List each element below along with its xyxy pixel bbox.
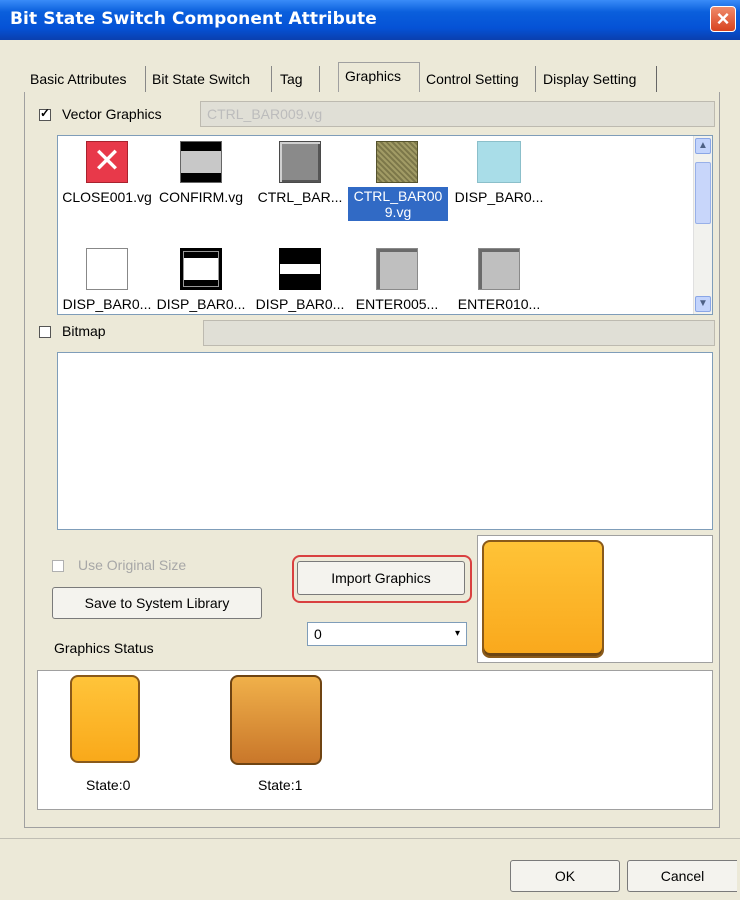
list-item-label: CLOSE001.vg: [62, 189, 152, 205]
olive-button-thumbnail-icon: [376, 141, 418, 183]
vector-file-field: CTRL_BAR009.vg: [200, 101, 715, 127]
framed-bar-thumbnail-icon: [180, 248, 222, 290]
save-to-library-button[interactable]: Save to System Library: [52, 587, 262, 619]
close-x-thumbnail-icon: ✕: [86, 141, 128, 183]
list-item[interactable]: ENTER005...: [348, 248, 446, 312]
selected-item-label-line1: CTRL_BAR00: [353, 188, 443, 204]
list-item[interactable]: DISP_BAR0...: [58, 248, 156, 312]
bitmap-list[interactable]: [57, 352, 713, 530]
vertical-scrollbar[interactable]: ▲ ▼: [693, 136, 712, 314]
list-item-label: CTRL_BAR...: [257, 189, 343, 205]
list-item[interactable]: DISP_BAR0...: [152, 248, 250, 312]
close-icon[interactable]: ×: [710, 6, 736, 32]
use-original-size-label: Use Original Size: [78, 557, 187, 573]
bitmap-file-field: [203, 320, 715, 346]
gray-button-thumbnail-icon: [279, 141, 321, 183]
enter-thumbnail-icon: [376, 248, 418, 290]
tab-basic-attributes[interactable]: Basic Attributes: [24, 66, 146, 92]
chevron-down-icon[interactable]: ▾: [455, 623, 460, 645]
state-1-graphic[interactable]: [230, 675, 322, 765]
bitmap-label: Bitmap: [62, 323, 106, 339]
list-item[interactable]: ENTER010...: [450, 248, 548, 312]
preview-graphic: [482, 540, 604, 658]
cancel-button[interactable]: Cancel: [627, 860, 737, 892]
list-item[interactable]: DISP_BAR0...: [251, 248, 349, 312]
selected-item-label-line2: 9.vg: [384, 204, 412, 220]
list-item[interactable]: CONFIRM.vg: [152, 141, 250, 205]
graphics-status-value: 0: [314, 626, 322, 642]
tab-control-setting[interactable]: Control Setting: [420, 66, 536, 92]
graphics-status-list[interactable]: State:0 State:1: [37, 670, 713, 810]
tab-tag[interactable]: Tag: [274, 66, 320, 92]
footer-divider: [0, 838, 740, 839]
scroll-down-icon[interactable]: ▼: [695, 296, 711, 312]
tab-graphics[interactable]: Graphics: [338, 62, 420, 92]
state-0-label: State:0: [86, 777, 131, 793]
vector-graphics-list[interactable]: ✕ CLOSE001.vg CONFIRM.vg CTRL_BAR... CTR…: [57, 135, 713, 315]
window-title: Bit State Switch Component Attribute: [10, 9, 377, 29]
use-original-size-checkbox[interactable]: [52, 560, 64, 572]
list-item-label: DISP_BAR0...: [62, 296, 152, 312]
state-1-label: State:1: [258, 777, 303, 793]
ok-button[interactable]: OK: [510, 860, 620, 892]
list-item[interactable]: ✕ CLOSE001.vg: [58, 141, 156, 205]
vector-graphics-checkbox[interactable]: [39, 106, 51, 121]
white-bar-thumbnail-icon: [86, 248, 128, 290]
list-item-label: DISP_BAR0...: [156, 296, 246, 312]
scroll-up-icon[interactable]: ▲: [695, 138, 711, 154]
graphics-status-label: Graphics Status: [54, 640, 154, 656]
tab-display-setting[interactable]: Display Setting: [537, 66, 657, 92]
list-item-label: CONFIRM.vg: [159, 189, 243, 205]
vector-graphics-label: Vector Graphics: [62, 106, 162, 122]
list-item-label: DISP_BAR0...: [454, 189, 544, 205]
graphics-status-select[interactable]: 0 ▾: [307, 622, 467, 646]
graphic-preview: [477, 535, 713, 663]
bitmap-checkbox[interactable]: [39, 326, 51, 338]
list-item-selected[interactable]: CTRL_BAR00 9.vg: [348, 141, 448, 221]
list-item[interactable]: CTRL_BAR...: [251, 141, 349, 205]
black-stripe-thumbnail-icon: [279, 248, 321, 290]
dialog-window: Bit State Switch Component Attribute × B…: [0, 0, 740, 900]
tab-bit-state-switch[interactable]: Bit State Switch: [146, 66, 272, 92]
title-bar[interactable]: Bit State Switch Component Attribute ×: [0, 0, 740, 40]
state-0-graphic[interactable]: [70, 675, 140, 763]
list-item-label: ENTER005...: [355, 296, 439, 312]
list-item[interactable]: DISP_BAR0...: [450, 141, 548, 205]
selected-item-label: CTRL_BAR00 9.vg: [348, 187, 448, 221]
enter-thumbnail-icon: [478, 248, 520, 290]
list-item-label: ENTER010...: [457, 296, 541, 312]
list-item-label: DISP_BAR0...: [255, 296, 345, 312]
cyan-bar-thumbnail-icon: [477, 141, 521, 183]
import-graphics-button[interactable]: Import Graphics: [297, 561, 465, 595]
scroll-thumb[interactable]: [695, 162, 711, 224]
confirm-bar-thumbnail-icon: [180, 141, 222, 183]
